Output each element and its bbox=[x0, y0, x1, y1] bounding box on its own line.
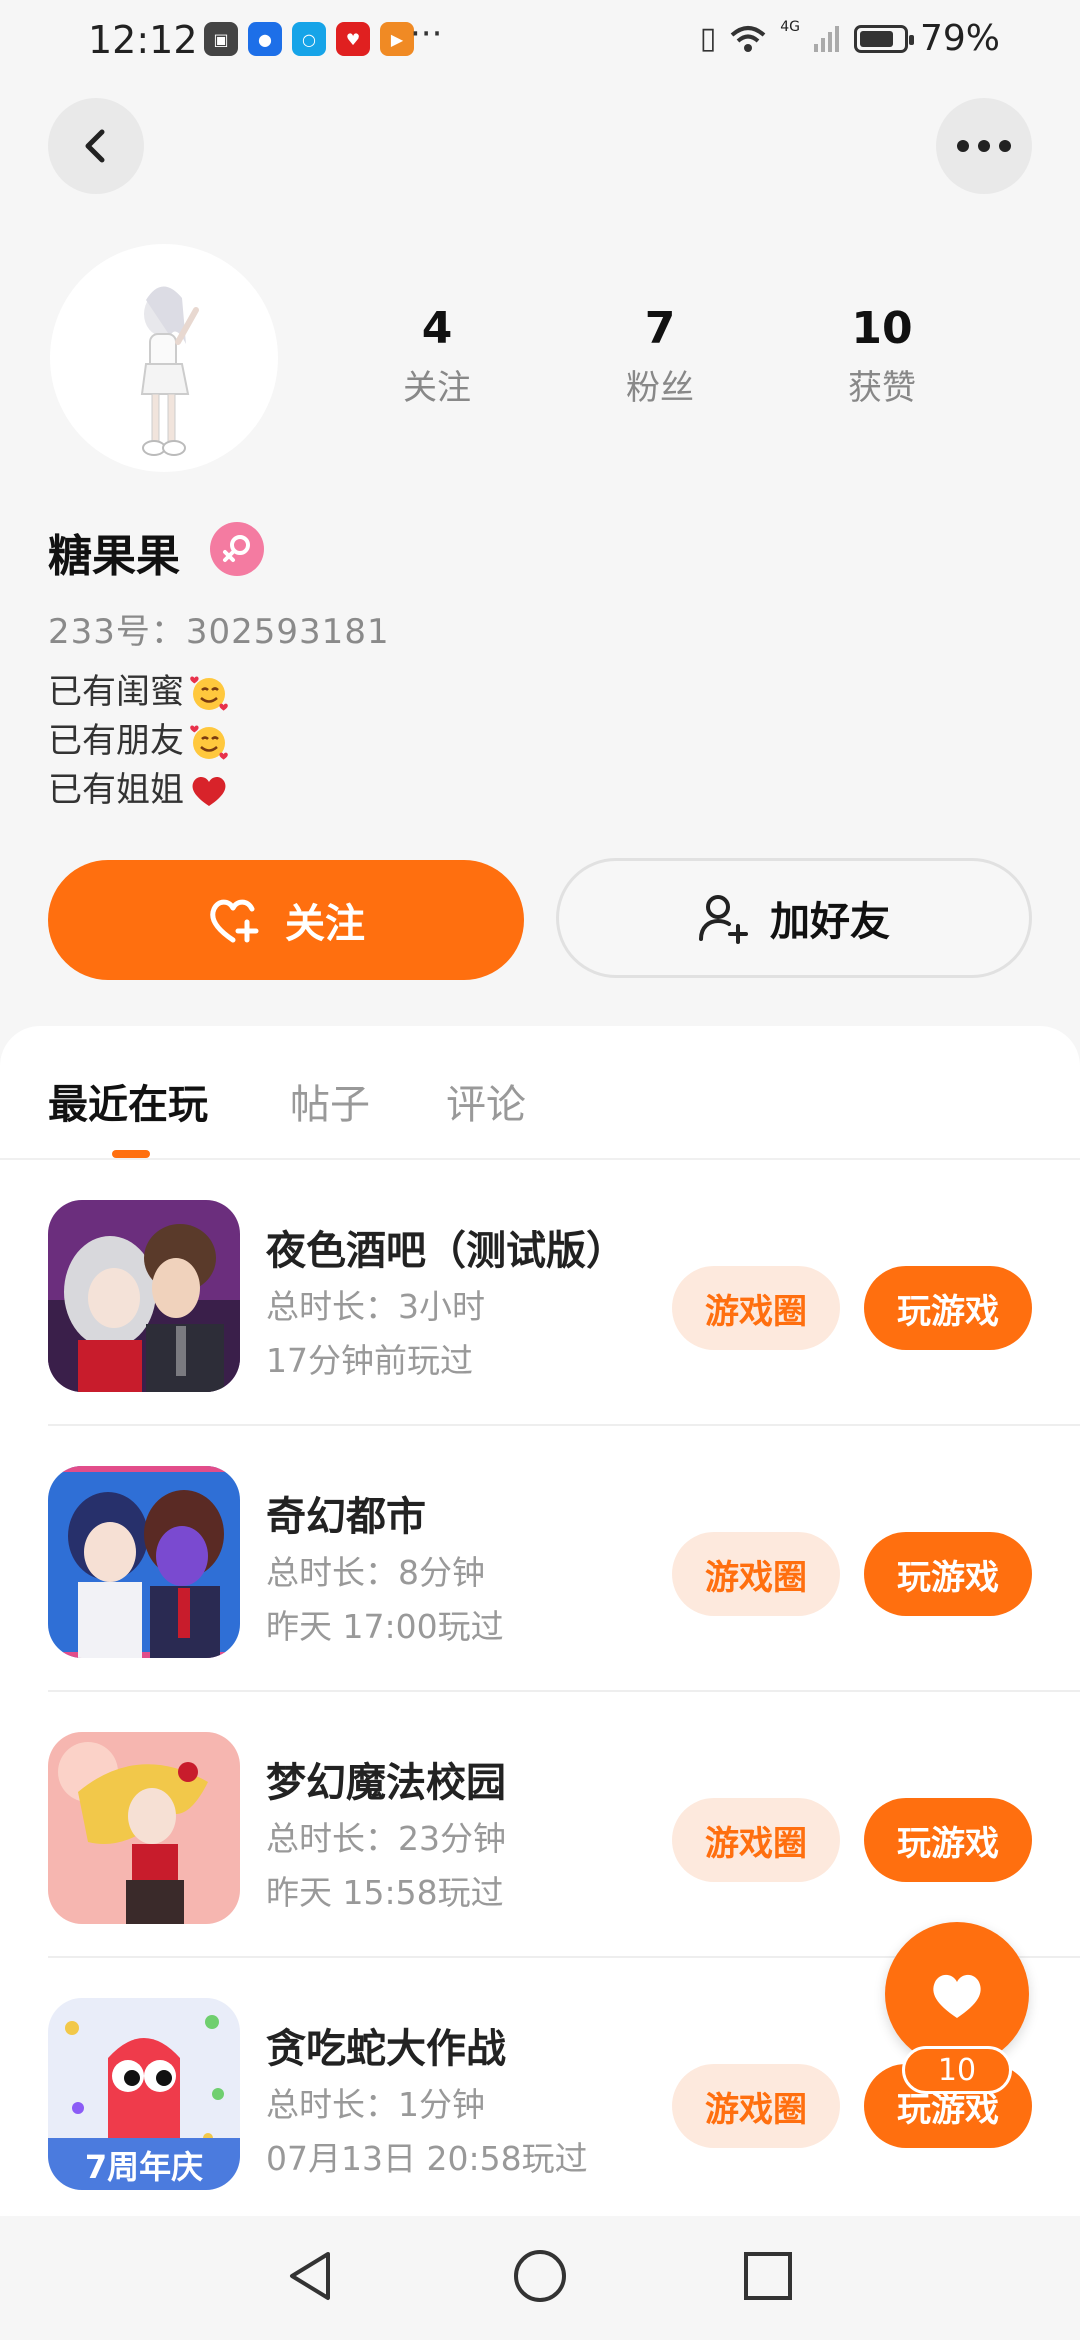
more-dots-icon bbox=[957, 140, 1011, 152]
game-row[interactable]: 梦幻魔法校园 总时长：23分钟 昨天 15:58玩过 游戏圈 玩游戏 bbox=[48, 1692, 1080, 1958]
network-type: 4G bbox=[780, 18, 800, 35]
stat-label: 粉丝 bbox=[626, 368, 694, 408]
avatar[interactable] bbox=[50, 244, 278, 472]
game-icon[interactable] bbox=[48, 1466, 240, 1658]
stat-followers[interactable]: 7 粉丝 bbox=[580, 300, 740, 409]
game-icon-badge: 7周年庆 bbox=[85, 2148, 203, 2186]
stat-value: 10 bbox=[851, 303, 913, 354]
nav-back-button[interactable] bbox=[278, 2244, 342, 2308]
user-id: 233号：302593181 bbox=[48, 612, 390, 652]
game-last-played: 昨天 17:00玩过 bbox=[266, 1607, 504, 1646]
triangle-back-icon bbox=[290, 2252, 330, 2300]
add-friend-label: 加好友 bbox=[770, 899, 890, 945]
follow-button[interactable]: 关注 bbox=[48, 860, 524, 980]
circle-home-icon bbox=[514, 2250, 566, 2302]
stat-following[interactable]: 4 关注 bbox=[357, 300, 517, 409]
game-last-played: 07月13日 20:58玩过 bbox=[266, 2139, 588, 2178]
floating-like-button[interactable] bbox=[885, 1922, 1029, 2066]
tab-posts[interactable]: 帖子 bbox=[290, 1072, 370, 1130]
play-game-button[interactable]: 玩游戏 bbox=[864, 1532, 1032, 1616]
game-circle-button[interactable]: 游戏圈 bbox=[672, 1798, 840, 1882]
nav-recents-button[interactable] bbox=[736, 2244, 800, 2308]
game-icon[interactable] bbox=[48, 1732, 240, 1924]
vibrate-icon: ▯ bbox=[699, 21, 717, 56]
gender-female-icon bbox=[210, 522, 264, 576]
search-app-icon: ○ bbox=[292, 22, 326, 56]
smiling-hearts-emoji-icon bbox=[190, 675, 228, 711]
stat-likes[interactable]: 10 获赞 bbox=[802, 300, 962, 409]
content-panel: 最近在玩 帖子 评论 夜色酒吧（测试版） 总时长：3小时 17分钟前玩过 游戏圈… bbox=[0, 1026, 1080, 2326]
game-icon[interactable]: 7周年庆 bbox=[48, 1998, 240, 2190]
game-duration: 总时长：3小时 bbox=[266, 1287, 485, 1326]
bio-line: 已有朋友 bbox=[48, 721, 184, 761]
bio: 已有闺蜜 已有朋友 已有姐姐 bbox=[48, 668, 230, 815]
heart-plus-icon bbox=[210, 899, 259, 943]
game-circle-button[interactable]: 游戏圈 bbox=[672, 1532, 840, 1616]
status-bar: 12:12 ▣ ● ○ ♥ ▶ ··· ▯ 4G 79% bbox=[0, 0, 1080, 84]
like-count-badge: 10 bbox=[902, 2046, 1012, 2094]
square-recents-icon bbox=[744, 2252, 792, 2300]
game-duration: 总时长：1分钟 bbox=[266, 2085, 485, 2124]
system-nav-bar bbox=[0, 2216, 1080, 2340]
game-duration: 总时长：8分钟 bbox=[266, 1553, 485, 1592]
stat-value: 7 bbox=[644, 303, 676, 354]
signal-icon bbox=[813, 25, 839, 52]
bulb-app-icon: ● bbox=[248, 22, 282, 56]
bio-line: 已有姐姐 bbox=[48, 770, 184, 810]
follow-label: 关注 bbox=[285, 901, 365, 947]
game-app-icon: ♥ bbox=[336, 22, 370, 56]
game-name: 奇幻都市 bbox=[266, 1494, 426, 1540]
chevron-left-icon bbox=[85, 129, 105, 163]
bio-line: 已有闺蜜 bbox=[48, 672, 184, 712]
game-row[interactable]: 夜色酒吧（测试版） 总时长：3小时 17分钟前玩过 游戏圈 玩游戏 bbox=[48, 1160, 1080, 1426]
more-notifications-icon: ··· bbox=[410, 14, 443, 54]
game-icon[interactable] bbox=[48, 1200, 240, 1392]
tab-bar: 最近在玩 帖子 评论 bbox=[0, 1026, 1080, 1160]
game-name: 夜色酒吧（测试版） bbox=[266, 1228, 626, 1274]
tab-indicator bbox=[112, 1150, 150, 1158]
huawei-app-icon: ▣ bbox=[204, 22, 238, 56]
play-game-button[interactable]: 玩游戏 bbox=[864, 1266, 1032, 1350]
status-time: 12:12 bbox=[88, 18, 198, 62]
game-last-played: 17分钟前玩过 bbox=[266, 1341, 473, 1380]
battery-percent: 79% bbox=[919, 18, 1000, 59]
game-row[interactable]: 奇幻都市 总时长：8分钟 昨天 17:00玩过 游戏圈 玩游戏 bbox=[48, 1426, 1080, 1692]
red-heart-emoji-icon bbox=[192, 776, 226, 806]
username: 糖果果 bbox=[48, 531, 180, 582]
add-friend-button[interactable]: 加好友 bbox=[556, 858, 1032, 978]
video-app-icon: ▶ bbox=[380, 22, 414, 56]
play-game-button[interactable]: 玩游戏 bbox=[864, 1798, 1032, 1882]
nav-home-button[interactable] bbox=[508, 2244, 572, 2308]
battery-icon bbox=[853, 24, 914, 53]
tab-recent-played[interactable]: 最近在玩 bbox=[48, 1072, 208, 1130]
game-last-played: 昨天 15:58玩过 bbox=[266, 1873, 504, 1912]
smiling-hearts-emoji-icon bbox=[190, 724, 228, 760]
add-user-icon bbox=[699, 895, 748, 944]
game-circle-button[interactable]: 游戏圈 bbox=[672, 2064, 840, 2148]
game-circle-button[interactable]: 游戏圈 bbox=[672, 1266, 840, 1350]
stat-label: 关注 bbox=[403, 368, 471, 408]
back-button[interactable] bbox=[48, 98, 144, 194]
notification-icons: ▣ ● ○ ♥ ▶ bbox=[204, 22, 414, 56]
wifi-icon bbox=[730, 25, 766, 52]
tab-comments[interactable]: 评论 bbox=[446, 1072, 526, 1130]
heart-icon bbox=[933, 1974, 981, 2018]
game-duration: 总时长：23分钟 bbox=[266, 1819, 506, 1858]
stat-label: 获赞 bbox=[848, 368, 916, 408]
game-name: 梦幻魔法校园 bbox=[266, 1760, 506, 1806]
game-name: 贪吃蛇大作战 bbox=[266, 2026, 506, 2072]
stat-value: 4 bbox=[421, 303, 453, 354]
more-options-button[interactable] bbox=[936, 98, 1032, 194]
